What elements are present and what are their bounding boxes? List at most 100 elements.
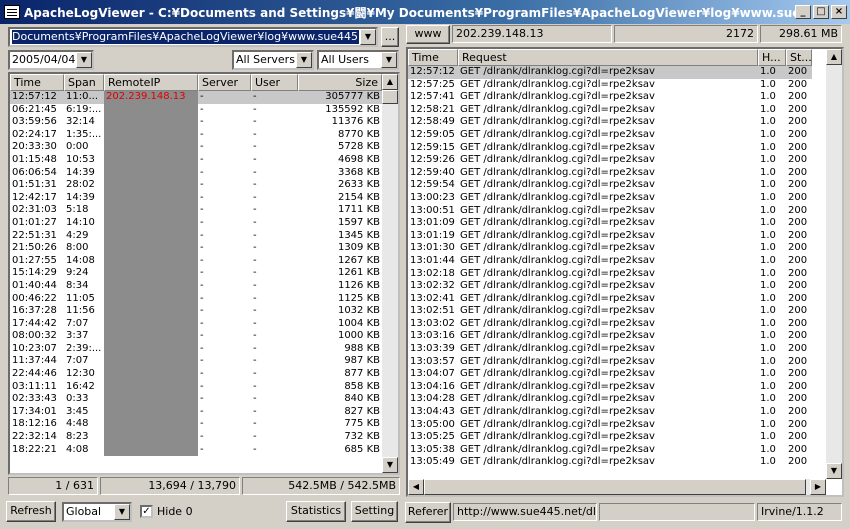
column-status[interactable]: St... (786, 49, 812, 66)
table-row[interactable]: 13:03:02 GET /dlrank/dlranklog.cgi?dl=rpe… (408, 318, 812, 331)
chevron-down-icon[interactable]: ▼ (114, 504, 130, 520)
table-row[interactable]: 12:59:40 GET /dlrank/dlranklog.cgi?dl=rpe… (408, 167, 812, 180)
table-row[interactable]: 08:00:32 3:37 - - 1000 KB (10, 330, 382, 343)
table-row[interactable]: 22:32:14 8:23 - - 732 KB (10, 431, 382, 444)
sessions-scrollbar[interactable]: ▲ ▼ (382, 74, 398, 473)
table-row[interactable]: 11:37:44 7:07 - - 987 KB (10, 355, 382, 369)
scroll-down-icon[interactable]: ▼ (826, 463, 842, 479)
table-row[interactable]: 17:44:42 7:07 - - 1004 KB (10, 317, 382, 331)
setting-button[interactable]: Setting (351, 501, 398, 522)
date-combo[interactable]: 2005/04/04 ▼ (8, 50, 94, 70)
statistics-button[interactable]: Statistics (286, 501, 346, 522)
hscroll-thumb[interactable] (424, 479, 806, 495)
column-remote-ip[interactable]: RemoteIP (104, 74, 198, 91)
scroll-left-icon[interactable]: ◀ (408, 479, 424, 495)
table-row[interactable]: 13:00:51 GET /dlrank/dlranklog.cgi?dl=rpe… (408, 205, 812, 218)
scroll-up-icon[interactable]: ▲ (826, 49, 842, 65)
table-row[interactable]: 01:40:44 8:34 - - 1126 KB (10, 279, 382, 293)
requests-scrollbar[interactable]: ▲ ▼ (826, 49, 842, 479)
table-row[interactable]: 02:24:17 1:35:... - - 8770 KB (10, 128, 382, 142)
table-row[interactable]: 00:46:22 11:05 - - 1125 KB (10, 292, 382, 306)
table-row[interactable]: 13:01:09 GET /dlrank/dlranklog.cgi?dl=rpe… (408, 217, 812, 230)
column-server[interactable]: Server (198, 74, 251, 91)
table-row[interactable]: 13:01:30 GET /dlrank/dlranklog.cgi?dl=rpe… (408, 242, 812, 255)
table-row[interactable]: 17:34:01 3:45 - - 827 KB (10, 405, 382, 419)
close-button[interactable]: × (831, 5, 847, 19)
maximize-button[interactable]: □ (813, 5, 829, 19)
table-row[interactable]: 01:27:55 14:08 - - 1267 KB (10, 254, 382, 268)
table-row[interactable]: 10:23:07 2:39:... - - 988 KB (10, 342, 382, 356)
table-row[interactable]: 12:59:05 GET /dlrank/dlranklog.cgi?dl=rpe… (408, 129, 812, 142)
minimize-button[interactable]: _ (795, 5, 811, 19)
table-row[interactable]: 03:11:11 16:42 - - 858 KB (10, 380, 382, 394)
hide-checkbox[interactable]: ✓ (140, 505, 153, 518)
table-row[interactable]: 13:05:00 GET /dlrank/dlranklog.cgi?dl=rpe… (408, 419, 812, 432)
table-row[interactable]: 02:31:03 5:18 - - 1711 KB (10, 204, 382, 217)
table-row[interactable]: 12:57:12 GET /dlrank/dlranklog.cgi?dl=rpe… (408, 66, 812, 79)
chevron-down-icon[interactable]: ▼ (76, 52, 92, 68)
table-row[interactable]: 01:15:48 10:53 - - 4698 KB (10, 153, 382, 167)
log-path-combo[interactable]: Documents¥ProgramFiles¥ApacheLogViewer¥l… (8, 27, 378, 47)
table-row[interactable]: 13:04:16 GET /dlrank/dlranklog.cgi?dl=rpe… (408, 381, 812, 394)
table-row[interactable]: 13:02:18 GET /dlrank/dlranklog.cgi?dl=rpe… (408, 268, 812, 281)
table-row[interactable]: 01:01:27 14:10 - - 1597 KB (10, 216, 382, 230)
scope-combo[interactable]: Global ▼ (62, 502, 132, 522)
table-row[interactable]: 13:05:25 GET /dlrank/dlranklog.cgi?dl=rpe… (408, 431, 812, 444)
referer-button[interactable]: Referer (405, 502, 451, 523)
table-row[interactable]: 13:04:28 GET /dlrank/dlranklog.cgi?dl=rpe… (408, 393, 812, 406)
column-user[interactable]: User (251, 74, 298, 91)
table-row[interactable]: 18:22:21 4:08 - - 685 KB (10, 443, 382, 457)
table-row[interactable]: 13:05:49 GET /dlrank/dlranklog.cgi?dl=rpe… (408, 456, 812, 469)
table-row[interactable]: 13:03:39 GET /dlrank/dlranklog.cgi?dl=rpe… (408, 343, 812, 356)
column-time[interactable]: Time (10, 74, 64, 91)
table-row[interactable]: 13:03:57 GET /dlrank/dlranklog.cgi?dl=rpe… (408, 356, 812, 369)
table-row[interactable]: 13:02:41 GET /dlrank/dlranklog.cgi?dl=rpe… (408, 293, 812, 306)
users-combo[interactable]: All Users ▼ (317, 50, 399, 70)
table-row[interactable]: 13:00:23 GET /dlrank/dlranklog.cgi?dl=rpe… (408, 192, 812, 205)
table-row[interactable]: 12:57:25 GET /dlrank/dlranklog.cgi?dl=rpe… (408, 79, 812, 92)
table-row[interactable]: 20:33:30 0:00 - - 5728 KB (10, 141, 382, 154)
table-row[interactable]: 06:21:45 6:19:... - - 135592 KB (10, 103, 382, 117)
column-request[interactable]: Request (458, 49, 758, 66)
host-button[interactable]: www (406, 25, 450, 44)
chevron-down-icon[interactable]: ▼ (360, 29, 376, 45)
table-row[interactable]: 13:02:51 GET /dlrank/dlranklog.cgi?dl=rpe… (408, 305, 812, 318)
table-row[interactable]: 03:59:56 32:14 - - 11376 KB (10, 116, 382, 129)
table-row[interactable]: 22:51:31 4:29 - - 1345 KB (10, 229, 382, 243)
table-row[interactable]: 12:57:41 GET /dlrank/dlranklog.cgi?dl=rpe… (408, 91, 812, 104)
table-row[interactable]: 21:50:26 8:00 - - 1309 KB (10, 242, 382, 255)
table-row[interactable]: 13:05:38 GET /dlrank/dlranklog.cgi?dl=rpe… (408, 444, 812, 457)
table-row[interactable]: 13:04:07 GET /dlrank/dlranklog.cgi?dl=rpe… (408, 368, 812, 381)
table-row[interactable]: 12:59:54 GET /dlrank/dlranklog.cgi?dl=rpe… (408, 179, 812, 192)
column-http[interactable]: H... (758, 49, 786, 66)
table-row[interactable]: 12:59:26 GET /dlrank/dlranklog.cgi?dl=rpe… (408, 154, 812, 167)
scroll-thumb[interactable] (382, 90, 398, 104)
table-row[interactable]: 15:14:29 9:24 - - 1261 KB (10, 267, 382, 280)
table-row[interactable]: 12:58:49 GET /dlrank/dlranklog.cgi?dl=rpe… (408, 116, 812, 129)
scroll-right-icon[interactable]: ▶ (810, 479, 826, 495)
table-row[interactable]: 12:58:21 GET /dlrank/dlranklog.cgi?dl=rpe… (408, 104, 812, 117)
refresh-button[interactable]: Refresh (6, 501, 56, 522)
table-row[interactable]: 16:37:28 11:56 - - 1032 KB (10, 305, 382, 318)
servers-combo[interactable]: All Servers ▼ (232, 50, 314, 70)
table-row[interactable]: 02:33:43 0:33 - - 840 KB (10, 393, 382, 406)
column-time[interactable]: Time (408, 49, 458, 66)
requests-hscrollbar[interactable]: ◀ ▶ (408, 479, 826, 495)
scroll-up-icon[interactable]: ▲ (382, 74, 398, 90)
table-row[interactable]: 13:03:16 GET /dlrank/dlranklog.cgi?dl=rpe… (408, 330, 812, 343)
table-row[interactable]: 22:44:46 12:30 - - 877 KB (10, 368, 382, 381)
table-row[interactable]: 13:02:32 GET /dlrank/dlranklog.cgi?dl=rpe… (408, 280, 812, 293)
table-row[interactable]: 12:42:17 14:39 - - 2154 KB (10, 191, 382, 205)
table-row[interactable]: 06:06:54 14:39 - - 3368 KB (10, 166, 382, 180)
column-span[interactable]: Span (64, 74, 104, 91)
chevron-down-icon[interactable]: ▼ (381, 52, 397, 68)
column-size[interactable]: Size (298, 74, 382, 91)
table-row[interactable]: 12:59:15 GET /dlrank/dlranklog.cgi?dl=rpe… (408, 142, 812, 155)
table-row[interactable]: 13:01:19 GET /dlrank/dlranklog.cgi?dl=rpe… (408, 230, 812, 243)
table-row[interactable]: 18:12:16 4:48 - - 775 KB (10, 418, 382, 432)
table-row[interactable]: 01:51:31 28:02 - - 2633 KB (10, 179, 382, 192)
table-row[interactable]: 13:04:43 GET /dlrank/dlranklog.cgi?dl=rpe… (408, 406, 812, 419)
table-row[interactable]: 13:01:44 GET /dlrank/dlranklog.cgi?dl=rpe… (408, 255, 812, 268)
chevron-down-icon[interactable]: ▼ (296, 52, 312, 68)
table-row[interactable]: 12:57:12 11:0... 202.239.148.13- -305777 KB (10, 91, 382, 104)
